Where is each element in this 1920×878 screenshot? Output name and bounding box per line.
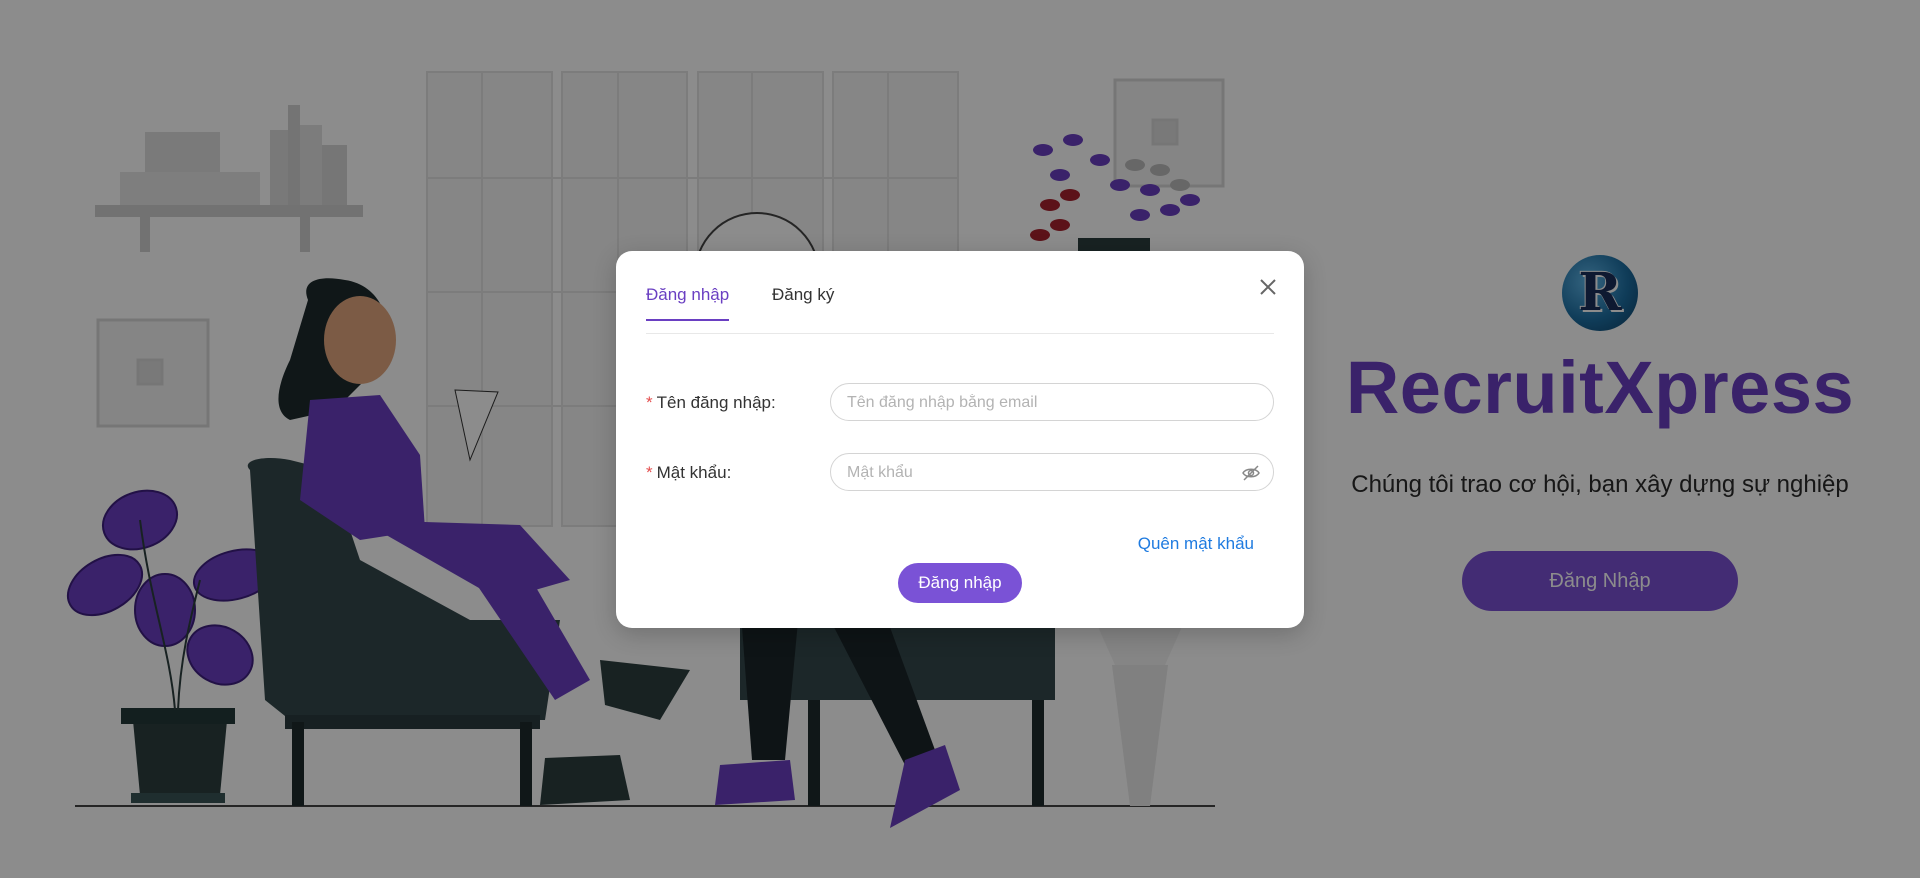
tab-login[interactable]: Đăng nhập [646,281,730,321]
login-page: R RecruitXpress Chúng tôi trao cơ hội, b… [0,0,1920,878]
forgot-password-link[interactable]: Quên mật khẩu [1138,534,1254,554]
username-field [830,383,1274,422]
username-row: * Tên đăng nhập: [646,383,1274,423]
password-row: * Mật khẩu: [646,453,1274,493]
password-input[interactable] [845,454,1229,492]
password-label: * Mật khẩu: [646,463,731,483]
required-mark: * [646,463,653,482]
auth-tabs: Đăng nhập Đăng ký [646,281,1274,334]
password-label-text: Mật khẩu [656,463,727,482]
login-modal: Đăng nhập Đăng ký *Tên đăng nhập: *Mật k… [616,251,1304,628]
required-mark: * [646,393,653,412]
label-colon: : [726,463,732,482]
username-label: * Tên đăng nhập: [646,393,776,413]
label-colon: : [771,393,776,412]
login-submit-button[interactable]: Đăng nhập [898,563,1022,603]
password-field [830,453,1274,492]
username-label-text: Tên đăng nhập [656,393,772,412]
eye-off-icon[interactable] [1241,463,1261,483]
tab-register[interactable]: Đăng ký [772,281,834,319]
username-input[interactable] [845,384,1229,422]
